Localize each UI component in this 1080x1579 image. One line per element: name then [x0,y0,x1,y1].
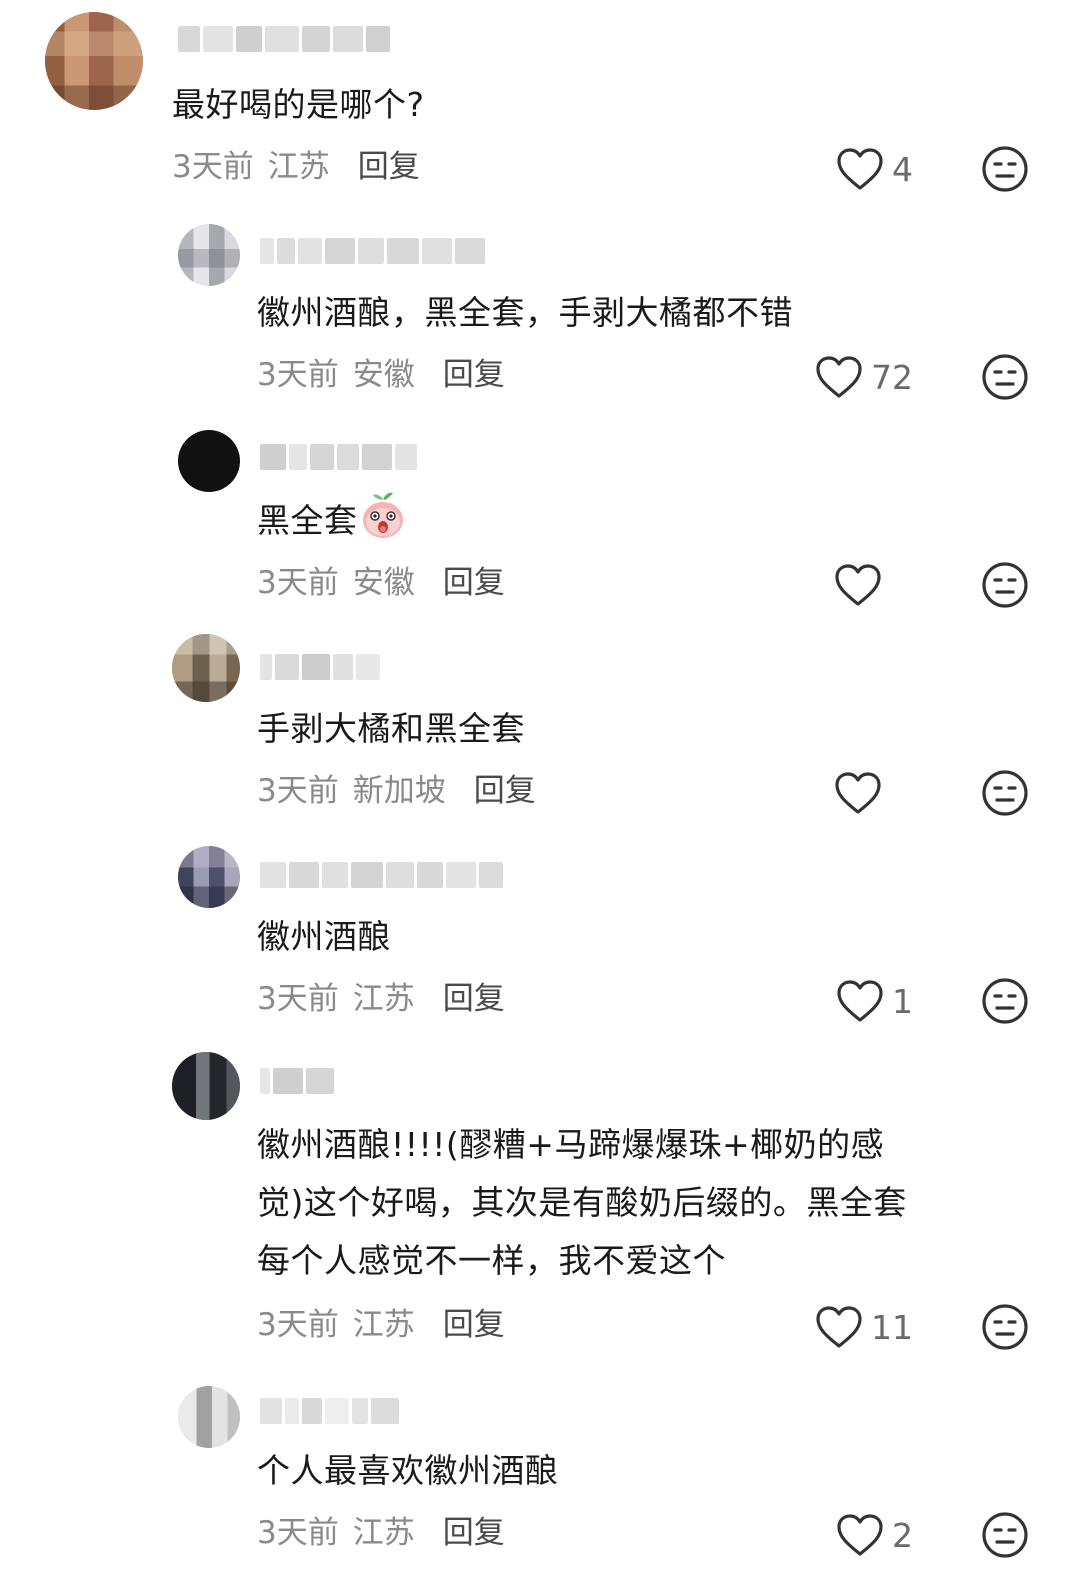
comment-item: 徽州酒酿，黑全套，手剥大橘都不错 3天前 安徽 回复 72 [0,210,1080,410]
comment-meta: 3天前 新加坡 回复 [257,771,536,811]
comment-location: 安徽 [352,565,415,601]
comment-meta: 3天前 江苏 回复 [257,1305,505,1345]
comment-location: 江苏 [352,1307,415,1343]
dislike-face-icon[interactable] [981,561,1029,609]
comment-item: 徽州酒酿!!!!(醪糟+马蹄爆爆珠+椰奶的感 觉)这个好喝，其次是有酸奶后缀的。… [0,1042,1080,1362]
username-blurred[interactable] [260,860,503,890]
reply-button[interactable]: 回复 [443,1515,505,1551]
like-button[interactable]: 2 [836,1510,913,1560]
dislike-face-icon[interactable] [981,977,1029,1025]
username-blurred[interactable] [260,1066,334,1096]
comment-text: 徽州酒酿 [257,917,391,956]
dislike-face-icon[interactable] [981,145,1029,193]
avatar[interactable] [178,846,240,908]
username-blurred[interactable] [260,1396,399,1426]
comment-time: 3天前 [257,1515,339,1551]
comment-time: 3天前 [257,357,339,393]
comment-text: 徽州酒酿，黑全套，手剥大橘都不错 [257,293,793,332]
reply-button[interactable]: 回复 [474,773,536,809]
comment-time: 3天前 [257,1307,339,1343]
avatar[interactable] [172,634,240,702]
comment-meta: 3天前 江苏 回复 [257,979,505,1019]
avatar[interactable] [178,1386,240,1448]
dislike-face-icon[interactable] [981,769,1029,817]
comment-item: 黑全套 3天前 安徽 回复 [0,418,1080,618]
heart-icon [837,148,883,190]
comment-text: 手剥大橘和黑全套 [257,709,525,748]
comment-location: 江苏 [352,1515,415,1551]
username-blurred[interactable] [260,442,417,472]
comment-time: 3天前 [172,149,254,185]
comment-location: 江苏 [352,981,415,1017]
comment-text-line: 每个人感觉不一样，我不爱这个 [257,1241,726,1280]
reply-button[interactable]: 回复 [358,149,420,185]
dislike-face-icon[interactable] [981,1511,1029,1559]
comment-time: 3天前 [257,981,339,1017]
comment-meta: 3天前 安徽 回复 [257,563,505,603]
like-button[interactable]: 4 [836,144,913,194]
like-count: 2 [892,1515,913,1555]
reply-button[interactable]: 回复 [443,1307,505,1343]
username-blurred[interactable] [260,652,380,682]
peach-face-emoji-icon [362,492,403,538]
avatar[interactable] [172,1052,240,1120]
heart-icon [837,980,883,1022]
comment-text-content: 黑全套 [257,501,358,540]
comment-text: 个人最喜欢徽州酒酿 [257,1451,559,1490]
reply-button[interactable]: 回复 [443,565,505,601]
comment-time: 3天前 [257,773,339,809]
like-count: 1 [892,981,913,1021]
like-count: 4 [892,149,913,189]
comment-time: 3天前 [257,565,339,601]
avatar[interactable] [178,224,240,286]
comment-text-line: 徽州酒酿!!!!(醪糟+马蹄爆爆珠+椰奶的感 [257,1125,885,1164]
like-button[interactable] [834,560,890,610]
like-button[interactable]: 72 [815,352,913,402]
comment-location: 江苏 [267,149,330,185]
heart-icon [816,356,862,398]
like-count: 72 [871,357,913,397]
comment-text: 徽州酒酿!!!!(醪糟+马蹄爆爆珠+椰奶的感 觉)这个好喝，其次是有酸奶后缀的。… [257,1116,907,1290]
comment-location: 新加坡 [352,773,446,809]
avatar[interactable] [178,430,240,492]
reply-button[interactable]: 回复 [443,981,505,1017]
comment-text: 最好喝的是哪个? [172,85,425,124]
comment-meta: 3天前 江苏 回复 [172,147,420,187]
avatar[interactable] [45,12,143,110]
dislike-face-icon[interactable] [981,1303,1029,1351]
comment-text-line: 觉)这个好喝，其次是有酸奶后缀的。黑全套 [257,1183,907,1222]
comment-item: 手剥大橘和黑全套 3天前 新加坡 回复 [0,626,1080,826]
comment-meta: 3天前 江苏 回复 [257,1513,505,1553]
comment-item: 徽州酒酿 3天前 江苏 回复 1 [0,834,1080,1034]
comment-meta: 3天前 安徽 回复 [257,355,505,395]
heart-icon [835,564,881,606]
dislike-face-icon[interactable] [981,353,1029,401]
username-blurred[interactable] [260,236,485,266]
like-button[interactable]: 1 [836,976,913,1026]
comment-text: 黑全套 [257,490,406,550]
like-button[interactable]: 11 [815,1302,913,1352]
like-count: 11 [871,1307,913,1347]
like-button[interactable] [834,768,890,818]
comment-location: 安徽 [352,357,415,393]
comment-item: 个人最喜欢徽州酒酿 3天前 江苏 回复 2 [0,1376,1080,1579]
username-blurred[interactable] [178,24,390,54]
heart-icon [816,1306,862,1348]
heart-icon [837,1514,883,1556]
comment-item: 最好喝的是哪个? 3天前 江苏 回复 4 [0,0,1080,200]
reply-button[interactable]: 回复 [443,357,505,393]
heart-icon [835,772,881,814]
